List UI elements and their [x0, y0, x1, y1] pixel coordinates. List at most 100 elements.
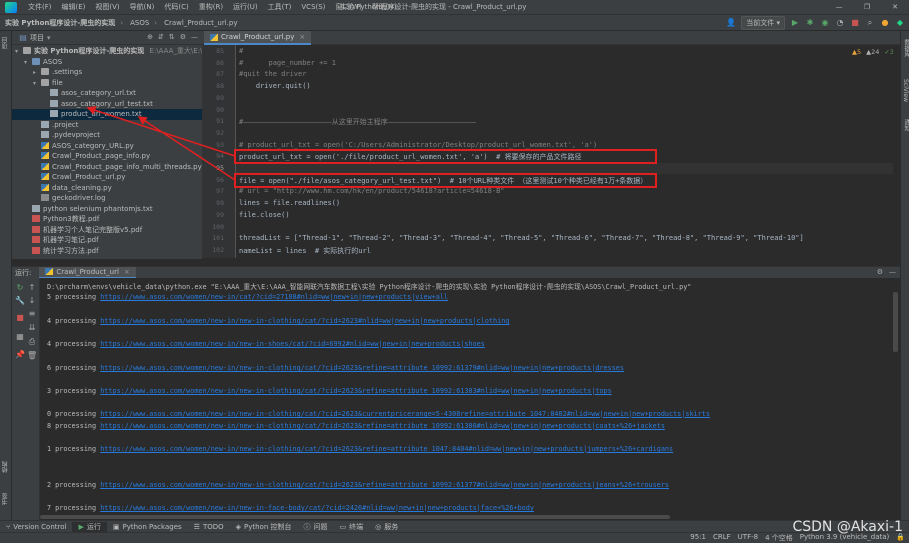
coverage-icon[interactable]: ◉ — [820, 18, 830, 28]
file-encoding[interactable]: UTF-8 — [738, 533, 758, 543]
tab-problems[interactable]: ⓘ 问题 — [298, 522, 334, 532]
debug-icon[interactable]: ✱ — [805, 18, 815, 28]
tab-todo[interactable]: ☰ TODO — [188, 523, 230, 531]
tree-item[interactable]: .project — [12, 120, 202, 131]
console-url-link[interactable]: https://www.asos.com/women/new-in/new-in… — [100, 504, 534, 512]
editor-scrollbar[interactable] — [893, 45, 900, 258]
tree-item[interactable]: ▸ .settings — [12, 67, 202, 78]
menu-vcs[interactable]: VCS(S) — [296, 3, 330, 11]
tree-item[interactable]: 统计学习方法.pdf — [12, 246, 202, 257]
menu-code[interactable]: 代码(C) — [159, 2, 193, 12]
maximize-button[interactable]: ❐ — [853, 0, 881, 15]
inspection-widget[interactable]: ▲5 ▲24 ✓3 — [852, 48, 894, 56]
tree-item[interactable]: Crawl_Product_url.py — [12, 172, 202, 183]
tree-item[interactable]: 机器学习个人笔记完整版v5.pdf — [12, 225, 202, 236]
run-console-output[interactable]: D:\prcharm\envs\vehicle_data\python.exe … — [40, 278, 900, 520]
tree-item[interactable]: ▾ file — [12, 78, 202, 89]
bookmarks-tool-window-button[interactable]: 书签 — [1, 493, 10, 505]
tree-root[interactable]: ▾ 实验 Python程序设计-爬虫的实现 E:\AAA_重大\E:\A — [12, 46, 207, 57]
database-tool-window-button[interactable]: 数据库 — [902, 39, 909, 57]
menu-run[interactable]: 运行(U) — [228, 2, 263, 12]
stop-icon[interactable]: ■ — [15, 313, 25, 323]
soft-wrap-icon[interactable]: ≡ — [27, 309, 37, 319]
console-url-link[interactable]: https://www.asos.com/women/new-in/new-in… — [100, 445, 673, 453]
console-url-link[interactable]: https://www.asos.com/women/new-in/new-in… — [100, 364, 624, 372]
run-tab-crawl-product-url[interactable]: Crawl_Product_url × — [39, 266, 136, 279]
tab-run[interactable]: ▶ 运行 — [72, 521, 107, 532]
menu-refactor[interactable]: 重构(R) — [194, 2, 228, 12]
tab-version-control[interactable]: ⑂ Version Control — [0, 523, 72, 531]
tree-item[interactable]: asos_category_url_test.txt — [12, 99, 202, 110]
down-arrow-icon[interactable]: ↓ — [27, 296, 37, 306]
cursor-position[interactable]: 95:1 — [690, 533, 706, 543]
tab-crawl-product-url[interactable]: Crawl_Product_url.py × — [204, 31, 312, 45]
tree-item[interactable]: data_cleaning.py — [12, 183, 202, 194]
pin-icon[interactable]: 📌 — [15, 350, 25, 360]
project-panel-title[interactable]: 项目 — [30, 33, 44, 43]
close-window-button[interactable]: ✕ — [881, 0, 909, 15]
console-url-link[interactable]: https://www.asos.com/women/new-in/new-in… — [100, 387, 612, 395]
menu-tools[interactable]: 工具(T) — [263, 2, 297, 12]
tree-item[interactable]: 机器学习笔记.pdf — [12, 235, 202, 246]
gear-icon[interactable]: ⚙ — [180, 33, 186, 41]
tree-item[interactable]: product_url_women.txt — [12, 109, 202, 120]
breadcrumb-project[interactable]: 实验 Python程序设计-爬虫的实现 — [0, 18, 118, 28]
menu-file[interactable]: 文件(F) — [23, 2, 57, 12]
tab-python-console[interactable]: ◈ Python 控制台 — [230, 522, 298, 532]
up-arrow-icon[interactable]: ↑ — [27, 283, 37, 293]
tree-item[interactable]: geckodriver.log — [12, 193, 202, 204]
breadcrumb-file[interactable]: Crawl_Product_url.py — [159, 19, 240, 27]
project-tool-window-button[interactable]: 项目 — [1, 37, 10, 49]
menu-edit[interactable]: 编辑(E) — [57, 2, 91, 12]
tree-item[interactable]: Python3教程.pdf — [12, 214, 202, 225]
tree-item[interactable]: python selenium phantomjs.txt — [12, 204, 202, 215]
console-url-link[interactable]: https://www.asos.com/women/new-in/new-in… — [100, 422, 665, 430]
tree-item[interactable]: Crawl_Product_page_info.py — [12, 151, 202, 162]
console-url-link[interactable]: https://www.asos.com/women/new-in/new-in… — [100, 410, 710, 418]
menu-view[interactable]: 视图(V) — [90, 2, 124, 12]
tab-services[interactable]: ◎ 服务 — [369, 522, 404, 532]
close-icon[interactable]: × — [124, 268, 130, 276]
tree-item[interactable]: ▾ ASOS — [12, 57, 202, 68]
minimize-button[interactable]: — — [825, 0, 853, 15]
hide-icon[interactable]: — — [191, 33, 198, 41]
chevron-down-icon[interactable]: ▾ — [47, 34, 51, 42]
rerun-icon[interactable]: ↻ — [15, 283, 25, 293]
structure-tool-window-button[interactable]: 结构 — [1, 461, 10, 473]
tree-item[interactable]: .pydevproject — [12, 130, 202, 141]
menu-navigate[interactable]: 导航(N) — [125, 2, 160, 12]
gear-icon[interactable]: ⚙ — [877, 268, 883, 276]
wrench-icon[interactable]: 🔧 — [15, 296, 25, 306]
trash-icon[interactable]: 🗑 — [27, 351, 37, 361]
console-url-link[interactable]: https://www.asos.com/women/new-in/new-in… — [100, 317, 509, 325]
profile-icon[interactable]: ◔ — [835, 18, 845, 28]
tab-terminal[interactable]: ▭ 终端 — [334, 522, 370, 532]
indent-setting[interactable]: 4 个空格 — [765, 533, 793, 543]
console-url-link[interactable]: https://www.asos.com/women/new-in/new-in… — [100, 340, 485, 348]
expand-all-icon[interactable]: ⇵ — [158, 33, 164, 41]
stop-icon[interactable]: ■ — [850, 18, 860, 28]
jetbrains-icon[interactable]: ◆ — [895, 18, 905, 28]
run-configuration-select[interactable]: 当前文件 ▾ — [741, 16, 785, 30]
print-icon[interactable]: ⎙ — [27, 337, 37, 347]
console-vertical-scrollbar[interactable] — [893, 292, 898, 352]
sciview-tool-window-button[interactable]: SciView — [902, 79, 909, 102]
line-separator[interactable]: CRLF — [713, 533, 731, 543]
search-icon[interactable]: ⌕ — [865, 18, 875, 28]
tab-python-packages[interactable]: ▣ Python Packages — [107, 523, 188, 531]
tree-item[interactable]: ASOS_category_URL.py — [12, 141, 202, 152]
console-url-link[interactable]: https://www.asos.com/women/new-in/cat/?c… — [100, 293, 448, 301]
console-horizontal-scrollbar[interactable] — [40, 515, 670, 519]
hide-icon[interactable]: — — [889, 268, 896, 276]
collapse-all-icon[interactable]: ⇅ — [169, 33, 175, 41]
tree-item[interactable]: Crawl_Product_page_info_multi_threads.py — [12, 162, 202, 173]
notifications-tool-window-button[interactable]: 通知 — [902, 119, 909, 131]
console-url-link[interactable]: https://www.asos.com/women/new-in/new-in… — [100, 481, 669, 489]
run-icon[interactable]: ▶ — [790, 18, 800, 28]
breadcrumb-folder[interactable]: ASOS — [125, 19, 152, 27]
locate-icon[interactable]: ⊕ — [147, 33, 153, 41]
tree-item[interactable]: asos_category_url.txt — [12, 88, 202, 99]
close-icon[interactable]: × — [299, 33, 305, 41]
updates-icon[interactable]: ● — [880, 18, 890, 28]
layout-icon[interactable]: ▦ — [15, 332, 25, 342]
